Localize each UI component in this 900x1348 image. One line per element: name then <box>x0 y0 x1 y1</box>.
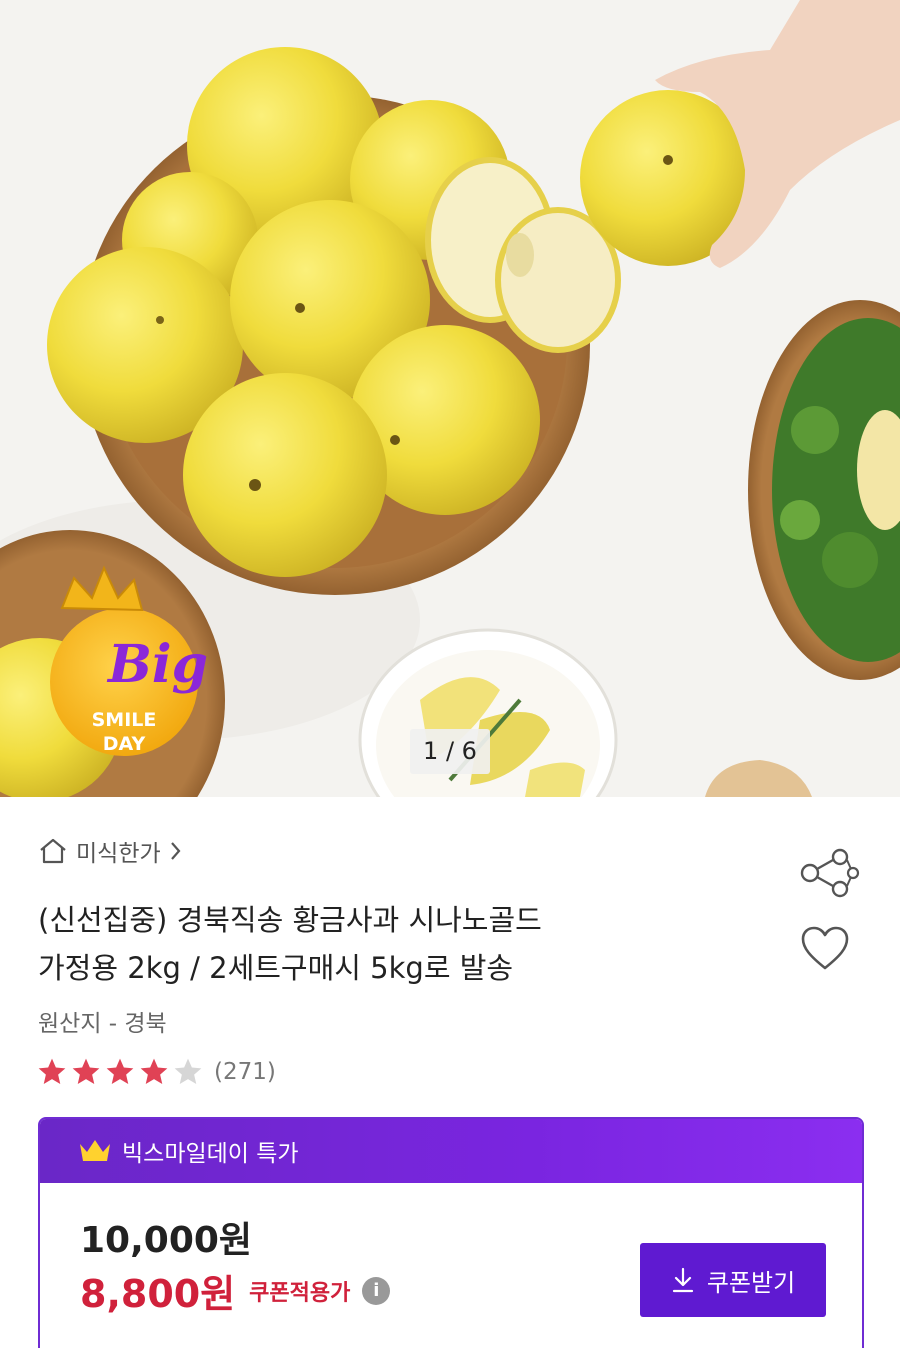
chevron-right-icon <box>170 842 181 860</box>
image-counter: 1 / 6 <box>410 729 490 774</box>
deal-header-label: 빅스마일데이 특가 <box>122 1141 299 1167</box>
get-coupon-label: 쿠폰받기 <box>706 1268 796 1297</box>
share-icon[interactable] <box>798 848 862 898</box>
badge-day-text: DAY <box>103 733 146 755</box>
breadcrumb[interactable]: 미식한가 <box>38 834 183 868</box>
product-title-line-1: (신선집중) 경북직송 황금사과 시나노골드 <box>38 903 542 937</box>
download-icon <box>672 1267 693 1293</box>
get-coupon-button[interactable]: 쿠폰받기 <box>640 1243 826 1317</box>
deal-header: 빅스마일데이 특가 <box>40 1119 862 1183</box>
deal-box: 빅스마일데이 특가 10,000원 8,800원 쿠폰적용가 i 쿠폰받기 <box>38 1117 864 1348</box>
heart-icon[interactable] <box>800 926 850 972</box>
star-filled-icon <box>106 1058 134 1084</box>
star-filled-icon <box>72 1058 100 1084</box>
original-price: 10,000원 <box>80 1220 253 1261</box>
product-title-line-2: 가정용 2kg / 2세트구매시 5kg로 발송 <box>38 951 514 985</box>
crown-icon <box>80 1140 110 1161</box>
rating[interactable]: (271) <box>36 1056 276 1088</box>
product-photo: Big SMILE DAY <box>0 0 900 797</box>
breadcrumb-store-name: 미식한가 <box>76 841 161 867</box>
review-count[interactable]: (271) <box>214 1059 276 1085</box>
star-empty-icon <box>174 1058 202 1084</box>
badge-smile-text: SMILE <box>92 709 157 731</box>
sale-price-note: 쿠폰적용가 <box>249 1280 351 1306</box>
product-title: (신선집중) 경북직송 황금사과 시나노골드 가정용 2kg / 2세트구매시 … <box>38 896 778 992</box>
product-image-carousel[interactable]: Big SMILE DAY 1 / 6 <box>0 0 900 797</box>
sale-price: 8,800원 <box>80 1272 236 1316</box>
product-origin: 원산지 - 경북 <box>38 1011 167 1037</box>
home-icon <box>40 838 66 864</box>
star-rating <box>36 1056 204 1088</box>
badge-big-text: Big <box>106 634 208 695</box>
star-filled-icon <box>38 1058 66 1084</box>
sale-price-row: 8,800원 쿠폰적용가 i <box>80 1263 391 1318</box>
info-icon[interactable]: i <box>362 1276 391 1305</box>
star-filled-icon <box>140 1058 168 1084</box>
